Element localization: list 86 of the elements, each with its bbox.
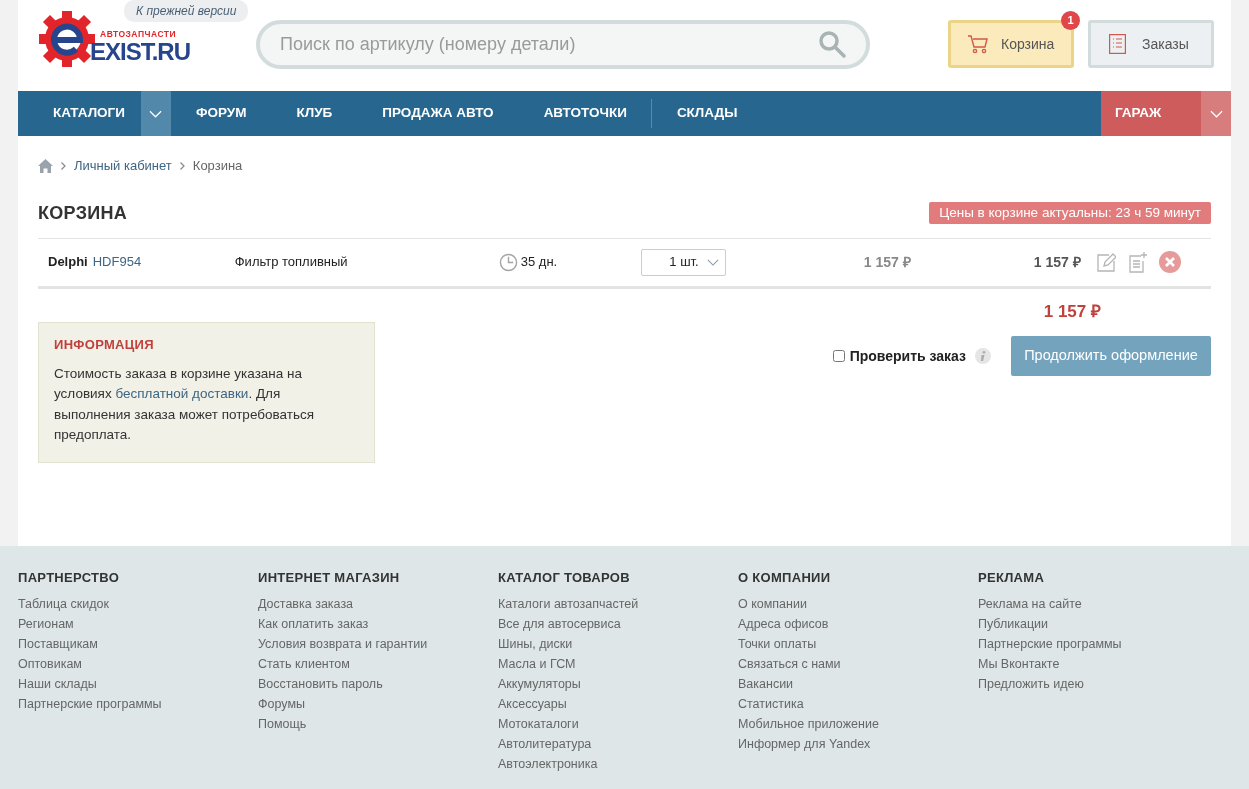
footer-link[interactable]: Аксессуары <box>498 693 738 714</box>
footer-link[interactable]: Статистика <box>738 693 978 714</box>
logo-wordmark: EXIST.RU <box>90 39 191 64</box>
footer-heading: О КОМПАНИИ <box>738 569 832 587</box>
footer-link[interactable]: Масла и ГСМ <box>498 653 738 674</box>
footer-link[interactable]: Помощь <box>258 713 498 734</box>
dropdown-toggle[interactable] <box>1201 91 1231 136</box>
footer-link[interactable]: Форумы <box>258 693 498 714</box>
footer-link[interactable]: Восстановить пароль <box>258 673 498 694</box>
footer-link[interactable]: Публикации <box>978 613 1218 634</box>
clock-icon <box>498 252 518 272</box>
footer-link[interactable]: Оптовикам <box>18 653 258 674</box>
footer-link[interactable]: Партнерские программы <box>978 633 1218 654</box>
brand-name: Delphi <box>48 253 88 272</box>
home-icon[interactable] <box>38 158 53 173</box>
footer-link[interactable]: О компании <box>738 593 978 614</box>
quantity-select[interactable]: 1 шт. <box>640 248 726 276</box>
chevron-down-icon <box>149 109 163 118</box>
footer-link[interactable]: Вакансии <box>738 673 978 694</box>
footer-link[interactable]: Регионам <box>18 613 258 634</box>
chevron-right-icon <box>179 161 185 170</box>
chevron-down-icon <box>706 258 719 266</box>
footer-link[interactable]: Аккумуляторы <box>498 673 738 694</box>
garage-tab[interactable]: ГАРАЖ <box>1101 91 1201 136</box>
nav-item[interactable]: КЛУБ <box>271 91 358 136</box>
row-total: 1 157 ₽ <box>1032 252 1081 272</box>
footer-link[interactable]: Условия возврата и гарантии <box>258 633 498 654</box>
footer-link[interactable]: Автоэлектроника <box>498 753 738 774</box>
footer-link[interactable]: Поставщикам <box>18 633 258 654</box>
continue-button[interactable]: Продолжить оформление <box>1011 336 1211 376</box>
nav-item[interactable]: КАТАЛОГИ <box>18 91 141 136</box>
check-order-label: Проверить заказ <box>849 346 966 366</box>
footer-link[interactable]: Доставка заказа <box>258 593 498 614</box>
nav-item[interactable]: ФОРУМ <box>170 91 272 136</box>
footer-link[interactable]: Наши склады <box>18 673 258 694</box>
delivery-time: 35 дн. <box>520 253 559 272</box>
footer-link[interactable]: Стать клиентом <box>258 653 498 674</box>
footer-link[interactable]: Реклама на сайте <box>978 593 1218 614</box>
cart-icon <box>967 34 989 54</box>
footer-link[interactable]: Таблица скидок <box>18 593 258 614</box>
info-icon[interactable] <box>975 348 991 364</box>
cart-count-badge: 1 <box>1061 11 1080 30</box>
dropdown-toggle[interactable] <box>140 91 171 136</box>
footer-link[interactable]: Точки оплаты <box>738 633 978 654</box>
footer-link[interactable]: Предложить идею <box>978 673 1218 694</box>
part-name: Фильтр топливный <box>234 253 349 272</box>
footer-heading: ПАРТНЕРСТВО <box>18 569 121 587</box>
article-link[interactable]: HDF954 <box>92 252 235 272</box>
order-total: 1 157 ₽ <box>1043 300 1101 323</box>
check-order-checkbox[interactable] <box>832 350 845 362</box>
footer-link[interactable]: Информер для Yandex <box>738 733 978 754</box>
edit-icon[interactable] <box>1096 252 1116 272</box>
footer-link[interactable]: Автолитература <box>498 733 738 754</box>
page-title: КОРЗИНА <box>38 201 128 225</box>
footer-link[interactable]: Как оплатить заказ <box>258 613 498 634</box>
orders-button[interactable]: Заказы <box>1088 20 1214 68</box>
footer-heading: ИНТЕРНЕТ МАГАЗИН <box>258 569 401 587</box>
nav-item[interactable]: АВТОТОЧКИ <box>518 91 652 136</box>
info-text: Стоимость заказа в корзине указана на условиях бесплатной доставки. Для выполнения заказа может потребоваться предоплата. <box>54 364 315 444</box>
remove-icon[interactable] <box>1158 251 1181 273</box>
search-field[interactable]: Поиск по артикулу (номеру детали) <box>256 20 870 69</box>
unit-price: 1 157 ₽ <box>862 252 911 272</box>
footer-heading: РЕКЛАМА <box>978 569 1046 587</box>
list-icon <box>1109 34 1126 54</box>
footer-link[interactable]: Мобильное приложение <box>738 713 978 734</box>
logo-tagline: АВТОЗАПЧАСТИ <box>100 30 178 39</box>
nav-item[interactable]: СКЛАДЫ <box>651 91 763 136</box>
old-version-link[interactable]: К прежней версии <box>124 0 249 22</box>
footer-link[interactable]: Партнерские программы <box>18 693 258 714</box>
footer-link[interactable]: Мы Вконтакте <box>978 653 1218 674</box>
chevron-down-icon <box>1209 109 1223 118</box>
footer-link[interactable]: Каталоги автозапчастей <box>498 593 738 614</box>
search-icon[interactable] <box>818 30 846 58</box>
footer-link[interactable]: Мотокаталоги <box>498 713 738 734</box>
add-note-icon[interactable] <box>1128 251 1147 273</box>
footer-link[interactable]: Шины, диски <box>498 633 738 654</box>
price-notice: Цены в корзине актуальны: 23 ч 59 минут <box>929 201 1211 225</box>
footer-heading: КАТАЛОГ ТОВАРОВ <box>498 569 631 587</box>
nav-item[interactable]: ПРОДАЖА АВТО <box>357 91 519 136</box>
breadcrumb-current: Корзина <box>192 157 243 175</box>
footer-link[interactable]: Адреса офисов <box>738 613 978 634</box>
chevron-right-icon <box>61 161 66 170</box>
footer-link[interactable]: Все для автосервиса <box>498 613 738 634</box>
breadcrumb-link[interactable]: Личный кабинет <box>74 156 172 176</box>
info-title: ИНФОРМАЦИЯ <box>54 336 155 354</box>
footer-link[interactable]: Связаться с нами <box>738 653 978 674</box>
